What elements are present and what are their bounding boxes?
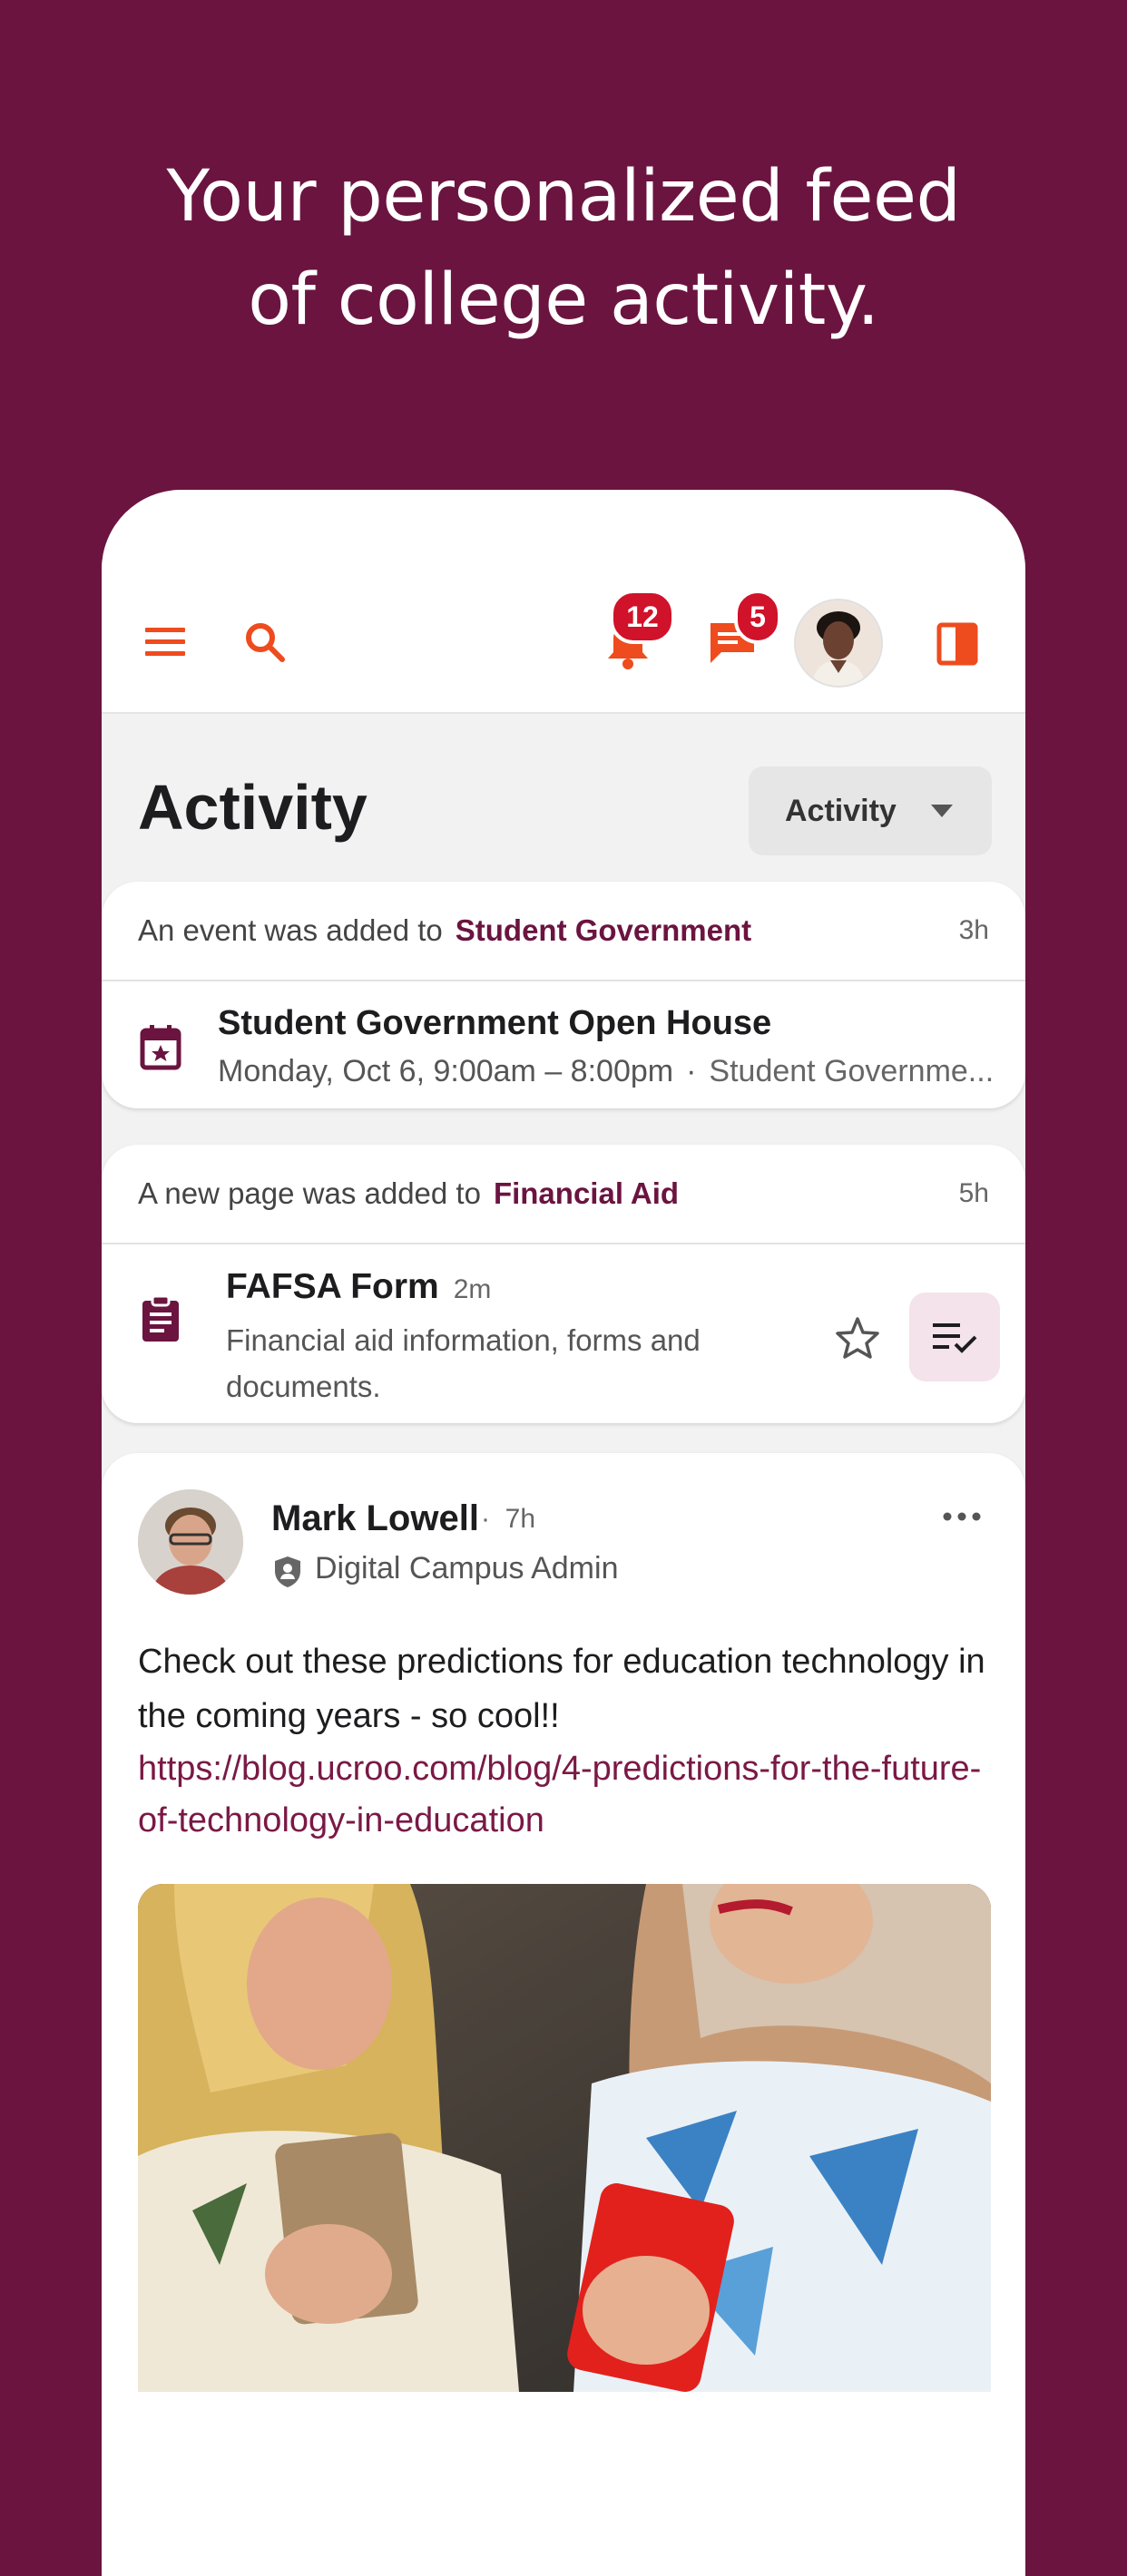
messages-badge: 5 (734, 590, 781, 644)
page-item-age: 2m (453, 1274, 492, 1304)
page-title-row: FAFSA Form 2m (226, 1267, 491, 1307)
clipboard-icon (142, 1294, 179, 1342)
page-item-description: Financial aid information, forms and doc… (226, 1323, 701, 1403)
search-icon (246, 623, 285, 662)
menu-button[interactable] (129, 610, 201, 673)
star-outline-icon (836, 1317, 879, 1359)
post-body-text: Check out these predictions for educatio… (138, 1643, 985, 1735)
search-button[interactable] (229, 606, 301, 678)
event-group: Student Governme... (709, 1054, 995, 1088)
panel-toggle-button[interactable] (916, 608, 998, 680)
more-horizontal-icon (943, 1512, 981, 1521)
timestamp: 3h (958, 915, 989, 945)
event-details: Monday, Oct 6, 9:00am – 8:00pm · Student G… (218, 1054, 994, 1089)
hamburger-menu-icon (145, 628, 185, 656)
card-header: A new page was added to Financial Aid 5h (102, 1145, 1025, 1244)
author-role: Digital Campus Admin (315, 1551, 619, 1586)
notifications-badge: 12 (610, 590, 675, 644)
hero-headline: Your personalized feed of college activi… (0, 145, 1127, 352)
side-panel-icon (936, 622, 978, 666)
post-link[interactable]: https://blog.ucroo.com/blog/4-prediction… (138, 1743, 1000, 1847)
hero-line-2: of college activity. (248, 259, 879, 341)
page-title: Activity (138, 772, 368, 843)
review-button[interactable] (909, 1293, 1000, 1381)
author-avatar[interactable] (138, 1489, 243, 1595)
card-header: An event was added to Student Government… (102, 882, 1025, 981)
timestamp: 5h (958, 1178, 989, 1208)
group-link[interactable]: Student Government (456, 913, 751, 948)
post-time: 7h (505, 1504, 536, 1534)
two-people-with-phones-photo (138, 1884, 991, 2392)
favorite-button[interactable] (828, 1308, 887, 1368)
author-photo (138, 1489, 243, 1595)
page-activity-card: A new page was added to Financial Aid 5h… (102, 1145, 1025, 1423)
post-card: Mark Lowell · 7h Digital Campus Admin Ch… (102, 1453, 1025, 2576)
dropdown-selected-value: Activity (785, 793, 897, 828)
group-link[interactable]: Financial Aid (494, 1176, 679, 1211)
event-activity-card: An event was added to Student Government… (102, 882, 1025, 1108)
separator-dot: · (481, 1504, 490, 1534)
activity-description: An event was added to (138, 913, 443, 947)
activity-description: A new page was added to (138, 1176, 481, 1210)
calendar-star-icon (140, 1025, 181, 1070)
user-avatar[interactable] (794, 599, 883, 688)
caret-down-icon (931, 805, 953, 817)
author-name[interactable]: Mark Lowell (271, 1498, 479, 1539)
activity-filter-dropdown[interactable]: Activity (749, 766, 992, 855)
user-photo (796, 600, 881, 686)
playlist-check-icon (933, 1323, 977, 1353)
page-item-title[interactable]: FAFSA Form (226, 1267, 439, 1306)
app-screen: 12 5 Activity Activity An event was adde… (102, 490, 1025, 2576)
separator-dot: · (686, 1054, 697, 1088)
post-link-preview-image[interactable] (138, 1884, 991, 2392)
event-datetime: Monday, Oct 6, 9:00am – 8:00pm (218, 1054, 674, 1088)
event-title[interactable]: Student Government Open House (218, 1004, 771, 1043)
top-bar: 12 5 (102, 490, 1025, 714)
post-age: · 7h (481, 1504, 535, 1535)
post-more-button[interactable] (935, 1498, 989, 1535)
shield-user-icon (275, 1556, 300, 1587)
hero-line-1: Your personalized feed (166, 156, 962, 238)
